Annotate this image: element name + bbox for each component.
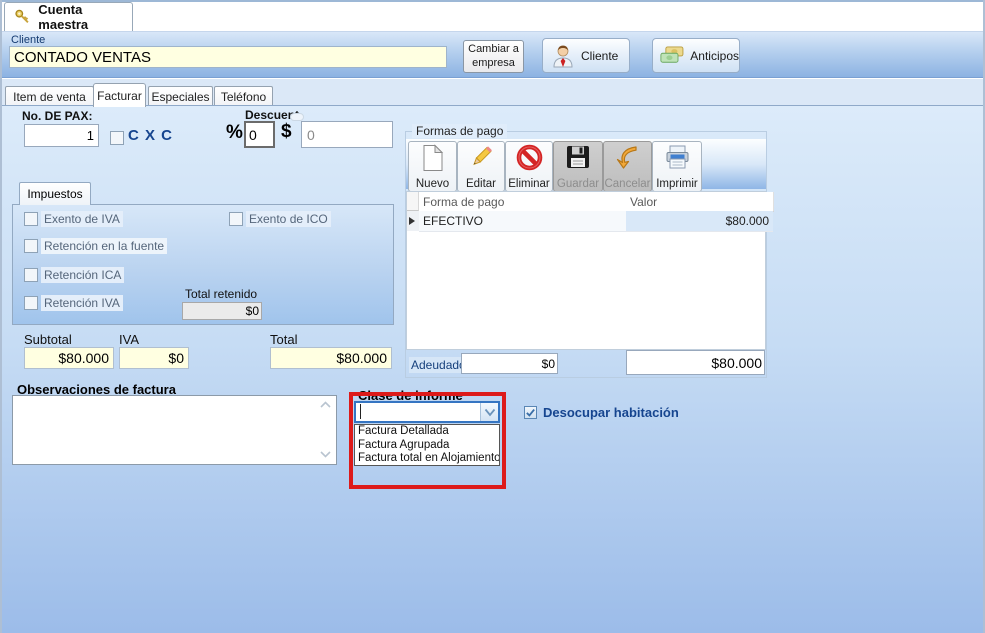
floppy-icon: [565, 144, 591, 170]
scroll-up-icon[interactable]: [320, 401, 331, 411]
cuenta-maestra-window: Cuenta maestra Cliente Cambiar a empresa…: [0, 0, 985, 633]
anticipos-button[interactable]: Anticipos: [652, 38, 740, 73]
chevron-down-icon: [484, 408, 496, 417]
retencion-iva-label: Retención IVA: [41, 295, 123, 311]
cxc-checkbox[interactable]: [110, 131, 124, 145]
descuento-pill-icon: [290, 113, 304, 121]
exento-ico-label: Exento de ICO: [246, 211, 331, 227]
guardar-label: Guardar: [557, 178, 599, 190]
cambiar-a-empresa-button[interactable]: Cambiar a empresa: [463, 40, 524, 73]
retencion-ica-label: Retención ICA: [41, 267, 124, 283]
combobox-dropdown-button[interactable]: [480, 403, 498, 421]
tab-label: Teléfono: [221, 90, 266, 104]
iva-field: [119, 347, 189, 369]
window-top-border: [2, 0, 985, 2]
cliente-input[interactable]: [9, 46, 447, 68]
person-icon: [552, 43, 574, 68]
retencion-fuente-label: Retención en la fuente: [41, 238, 167, 254]
option-factura-agrupada[interactable]: Factura Agrupada: [355, 439, 499, 453]
nuevo-button[interactable]: Nuevo: [408, 141, 457, 192]
pago-total-field[interactable]: [626, 350, 765, 375]
cambiar-a-empresa-label: Cambiar a empresa: [464, 43, 523, 71]
editar-label: Editar: [466, 178, 496, 190]
scroll-down-icon[interactable]: [320, 450, 331, 460]
total-retenido-label: Total retenido: [185, 287, 257, 301]
retencion-iva-checkbox[interactable]: [24, 296, 38, 310]
row-selector-arrow-icon: [409, 217, 415, 225]
tab-cuenta-maestra[interactable]: Cuenta maestra: [4, 2, 133, 31]
exento-ico-checkbox[interactable]: [229, 212, 243, 226]
cxc-label: C X C: [128, 127, 173, 144]
check-icon: [525, 407, 536, 418]
adeudado-field[interactable]: [461, 353, 558, 374]
pax-input[interactable]: [24, 124, 99, 147]
pax-label: No. DE PAX:: [22, 109, 92, 123]
nuevo-label: Nuevo: [416, 178, 449, 190]
option-factura-total-alojamiento[interactable]: Factura total en Alojamiento: [355, 452, 499, 466]
printer-icon: [664, 144, 691, 171]
pencil-icon: [468, 144, 494, 171]
tab-impuestos[interactable]: Impuestos: [19, 182, 91, 205]
eliminar-button[interactable]: Eliminar: [505, 141, 553, 192]
dollar-symbol: $: [281, 121, 292, 143]
tab-label: Item de venta: [13, 90, 86, 104]
column-header-forma-de-pago[interactable]: Forma de pago: [419, 192, 635, 212]
cancelar-label: Cancelar: [604, 178, 650, 190]
guardar-button: Guardar: [553, 141, 603, 192]
clase-de-informe-options-list: Factura Detallada Factura Agrupada Factu…: [354, 424, 500, 466]
adeudado-label: Adeudado: [409, 357, 468, 373]
eliminar-label: Eliminar: [508, 178, 550, 190]
cliente-label: Cliente: [11, 34, 45, 46]
tab-label: Facturar: [97, 89, 142, 103]
table-row-valor-cell[interactable]: $80.000: [626, 211, 773, 232]
window-tab-title: Cuenta maestra: [38, 2, 132, 32]
descuento-percent-input[interactable]: [244, 121, 275, 148]
iva-label: IVA: [119, 332, 139, 347]
desocupar-habitacion-checkbox[interactable]: [524, 406, 537, 419]
retencion-fuente-checkbox[interactable]: [24, 239, 38, 253]
new-page-icon: [420, 144, 446, 172]
tab-facturar[interactable]: Facturar: [93, 83, 146, 107]
total-label: Total: [270, 332, 297, 347]
desocupar-habitacion-label: Desocupar habitación: [543, 405, 679, 420]
tab-telefono[interactable]: Teléfono: [214, 86, 273, 106]
descuento-valor-input[interactable]: [301, 121, 393, 148]
text-cursor: [360, 404, 361, 419]
option-factura-detallada[interactable]: Factura Detallada: [355, 425, 499, 439]
imprimir-label: Imprimir: [656, 178, 698, 190]
total-retenido-field: [182, 302, 262, 320]
table-row-forma-cell[interactable]: EFECTIVO: [419, 211, 634, 232]
money-icon: [660, 45, 684, 66]
cliente-button[interactable]: Cliente: [542, 38, 630, 73]
retencion-ica-checkbox[interactable]: [24, 268, 38, 282]
cancelar-button: Cancelar: [603, 141, 652, 192]
clase-de-informe-combobox[interactable]: [354, 401, 500, 423]
percent-symbol: %: [226, 122, 243, 144]
subtotal-field: [24, 347, 114, 369]
grid-selector-header: [407, 192, 419, 211]
tab-label: Especiales: [151, 90, 209, 104]
subtotal-label: Subtotal: [24, 332, 72, 347]
anticipos-button-label: Anticipos: [690, 49, 739, 63]
forbidden-icon: [516, 144, 543, 171]
key-icon: [14, 8, 31, 26]
total-field: [270, 347, 392, 369]
column-header-valor[interactable]: Valor: [626, 192, 774, 212]
editar-button[interactable]: Editar: [457, 141, 505, 192]
tab-especiales[interactable]: Especiales: [148, 86, 213, 106]
tab-label: Impuestos: [27, 187, 82, 201]
cliente-button-label: Cliente: [581, 49, 618, 63]
exento-iva-checkbox[interactable]: [24, 212, 38, 226]
observaciones-textarea[interactable]: [12, 395, 337, 465]
formas-de-pago-title: Formas de pago: [412, 124, 507, 138]
tab-item-de-venta[interactable]: Item de venta: [5, 86, 94, 106]
imprimir-button[interactable]: Imprimir: [652, 141, 702, 192]
undo-arrow-icon: [614, 144, 641, 171]
exento-iva-label: Exento de IVA: [41, 211, 123, 227]
